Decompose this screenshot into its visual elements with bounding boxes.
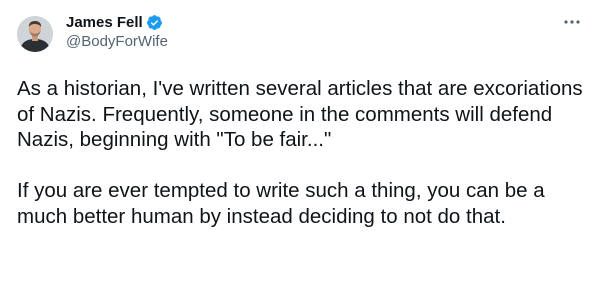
tweet-paragraph: If you are ever tempted to write such a … [17,179,545,228]
tweet-text: As a historian, I've written several art… [17,76,589,229]
tweet-card: James Fell @BodyForWife As a historian, … [0,0,596,308]
tweet-header: James Fell @BodyForWife [66,12,556,51]
avatar[interactable] [17,16,53,52]
avatar-photo [17,16,53,52]
tweet-paragraph: As a historian, I've written several art… [17,77,583,151]
name-row: James Fell [66,12,556,32]
more-horizontal-icon[interactable] [562,14,582,24]
author-handle[interactable]: @BodyForWife [66,33,556,50]
display-name[interactable]: James Fell [66,14,143,31]
verified-badge-icon [146,14,163,31]
